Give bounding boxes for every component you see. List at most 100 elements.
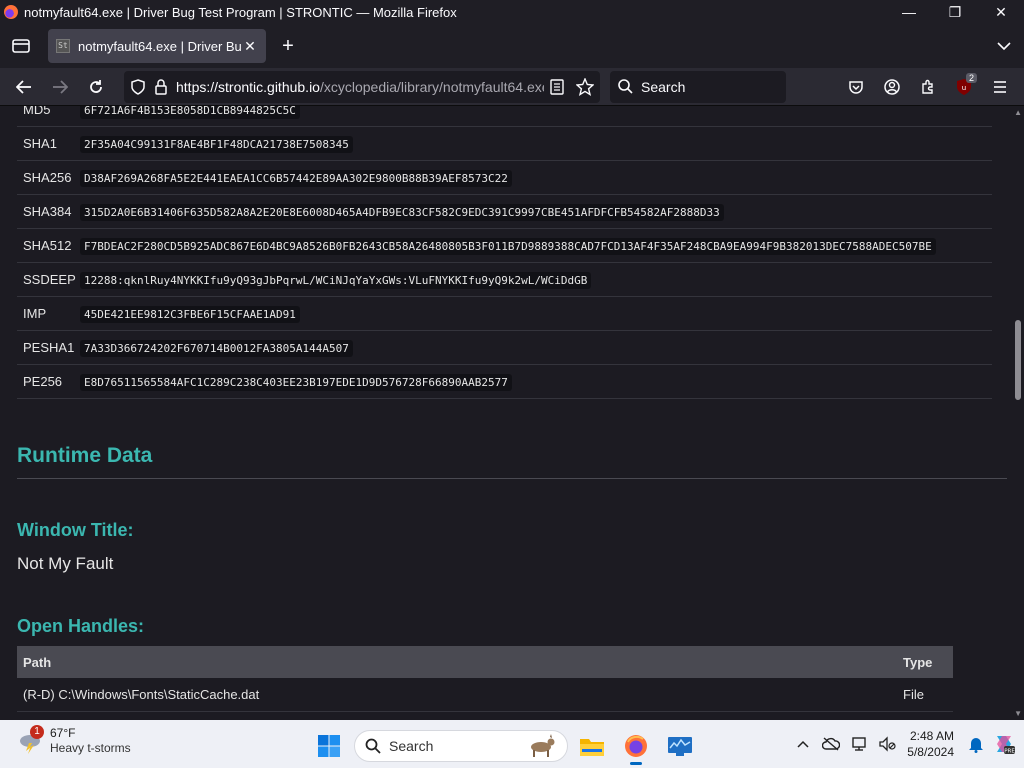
taskbar-search-box[interactable]: Search <box>354 730 568 762</box>
chevron-down-icon <box>997 42 1011 51</box>
shield-icon <box>131 78 145 95</box>
copilot-icon[interactable]: PRE <box>990 730 1018 758</box>
site-favicon-icon: St <box>56 39 70 53</box>
hash-row: PE256 E8D76511565584AFC1C289C238C403EE23B… <box>17 365 992 399</box>
taskbar-center: Search <box>312 726 700 766</box>
handle-path-cell: (R-D) C:\Windows\Fonts\StaticCache.dat <box>23 687 260 702</box>
runtime-data-heading: Runtime Data <box>17 444 153 467</box>
network-icon[interactable] <box>845 730 873 758</box>
lock-icon <box>155 78 167 95</box>
tab-active[interactable]: St notmyfault64.exe | Driver Bug Test Pr… <box>48 29 266 63</box>
speaker-muted-icon[interactable] <box>873 730 901 758</box>
hash-label: MD5 <box>23 106 51 117</box>
scroll-up-arrow-icon[interactable]: ▲ <box>1014 108 1022 117</box>
close-window-button[interactable]: ✕ <box>978 0 1024 24</box>
hash-row: IMP 45DE421EE9812C3FBE6F15CFAAE1AD91 <box>17 297 992 331</box>
extension-badge: 2 <box>966 72 978 83</box>
search-highlight-donkey-icon <box>531 734 555 757</box>
back-button[interactable] <box>6 71 42 103</box>
hash-label: PE256 <box>23 374 63 389</box>
new-tab-button[interactable]: + <box>270 30 306 62</box>
firefox-logo-icon <box>4 5 18 19</box>
navigation-toolbar: https://strontic.github.io/xcyclopedia/l… <box>0 68 1024 106</box>
tab-title: notmyfault64.exe | Driver Bug Test Progr… <box>78 38 242 54</box>
scrollbar-thumb[interactable] <box>1015 320 1021 400</box>
url-host: https://strontic.github.io <box>176 78 320 95</box>
ublock-origin-button[interactable]: u 2 <box>946 71 982 103</box>
arrow-left-icon <box>16 79 31 94</box>
hash-row: MD5 6F721A6F4B153E8058D1CB8944825C5C <box>17 106 992 127</box>
forward-button[interactable] <box>42 71 78 103</box>
hash-label: SHA384 <box>23 204 72 219</box>
weather-storm-icon: 1 <box>16 725 44 755</box>
reload-button[interactable] <box>78 71 114 103</box>
firefox-view-button[interactable] <box>2 30 40 62</box>
hash-value: 315D2A0E6B31406F635D582A8A2E20E8E6008D46… <box>80 203 724 221</box>
weather-temperature: 67°F <box>50 726 76 740</box>
search-bar[interactable]: Search <box>610 70 786 103</box>
list-all-tabs-button[interactable] <box>984 41 1024 51</box>
hash-row: PESHA1 7A33D366724202F670714B0012FA3805A1… <box>17 331 992 365</box>
hash-label: SHA256 <box>23 170 72 185</box>
search-placeholder: Search <box>641 78 686 95</box>
pocket-button[interactable] <box>838 71 874 103</box>
section-divider <box>17 478 1007 479</box>
clock[interactable]: 2:48 AM 5/8/2024 <box>907 728 954 760</box>
clock-date: 5/8/2024 <box>907 745 954 759</box>
window-titlebar: notmyfault64.exe | Driver Bug Test Progr… <box>0 0 1024 24</box>
taskbar-file-explorer[interactable] <box>572 726 612 766</box>
handle-type-cell: File <box>903 687 924 702</box>
vertical-scrollbar[interactable]: ▲ ▼ <box>1012 106 1024 720</box>
hash-row: SHA384 315D2A0E6B31406F635D582A8A2E20E8E6… <box>17 195 992 229</box>
svg-text:u: u <box>962 84 966 92</box>
hash-label: SHA1 <box>23 136 57 151</box>
arrow-right-icon <box>53 79 68 94</box>
hash-value: 12288:qknlRuy4NYKKIfu9yQ93gJbPqrwL/WCiNJ… <box>80 271 592 289</box>
cloud-offline-icon[interactable] <box>817 730 845 758</box>
extensions-button[interactable] <box>910 71 946 103</box>
hash-value: 6F721A6F4B153E8058D1CB8944825C5C <box>80 106 300 119</box>
bookmark-star-icon[interactable] <box>576 77 594 96</box>
hash-value: D38AF269A268FA5E2E441EAEA1CC6B57442E89AA… <box>80 169 512 187</box>
url-text: https://strontic.github.io/xcyclopedia/l… <box>176 79 544 95</box>
url-path: /xcyclopedia/library/notmyfault64.exe-3E… <box>319 78 544 95</box>
hash-label: PESHA1 <box>23 340 75 355</box>
window-title: notmyfault64.exe | Driver Bug Test Progr… <box>24 4 457 20</box>
minimize-button[interactable]: — <box>886 0 932 24</box>
start-button[interactable] <box>312 729 346 763</box>
taskbar-firefox[interactable] <box>616 726 656 766</box>
weather-widget[interactable]: 1 67°F Heavy t-storms <box>16 725 131 756</box>
notifications-bell-icon[interactable] <box>962 730 990 758</box>
hash-row: SHA512 F7BDEAC2F280CD5B925ADC867E6D4BC9A8… <box>17 229 992 263</box>
screen: notmyfault64.exe | Driver Bug Test Progr… <box>0 0 1024 768</box>
scroll-down-arrow-icon[interactable]: ▼ <box>1014 709 1022 718</box>
hash-value: E8D76511565584AFC1C289C238C403EE23B197ED… <box>80 373 512 391</box>
show-hidden-icons-chevron-up-icon[interactable] <box>789 730 817 758</box>
address-bar[interactable]: https://strontic.github.io/xcyclopedia/l… <box>124 70 600 103</box>
hamburger-menu-icon <box>994 80 1006 93</box>
app-menu-button[interactable] <box>982 71 1018 103</box>
windows-taskbar: 1 67°F Heavy t-storms Search 2:48 AM 5/8… <box>0 720 1024 768</box>
windows-logo-icon <box>318 735 340 757</box>
window-title-value: Not My Fault <box>17 554 114 573</box>
account-button[interactable] <box>874 71 910 103</box>
table-row: (R-D) C:\Windows\Fonts\StaticCache.dat F… <box>17 678 953 712</box>
hash-table: MD5 6F721A6F4B153E8058D1CB8944825C5C SHA1 2… <box>17 106 992 399</box>
tab-close-icon[interactable]: ✕ <box>242 38 258 55</box>
system-tray: 2:48 AM 5/8/2024 PRE <box>789 720 1024 768</box>
firefox-icon <box>625 735 647 757</box>
folder-icon <box>580 739 604 756</box>
maximize-button[interactable]: ❐ <box>932 0 978 24</box>
reload-icon <box>90 79 102 93</box>
page-content: MD5 6F721A6F4B153E8058D1CB8944825C5C SHA1 2… <box>0 106 1024 720</box>
hash-row: SHA1 2F35A04C99131F8AE4BF1F48DCA21738E750… <box>17 127 992 161</box>
puzzle-piece-icon <box>922 79 933 94</box>
firefox-view-icon <box>12 39 30 53</box>
clock-time: 2:48 AM <box>909 729 954 743</box>
hash-row: SHA256 D38AF269A268FA5E2E441EAEA1CC6B5744… <box>17 161 992 195</box>
reader-view-icon[interactable] <box>550 78 564 95</box>
table-header: Path Type <box>17 646 953 678</box>
taskbar-search-placeholder: Search <box>389 738 434 754</box>
open-handles-heading: Open Handles: <box>17 616 145 636</box>
taskbar-app-monitor[interactable] <box>660 726 700 766</box>
